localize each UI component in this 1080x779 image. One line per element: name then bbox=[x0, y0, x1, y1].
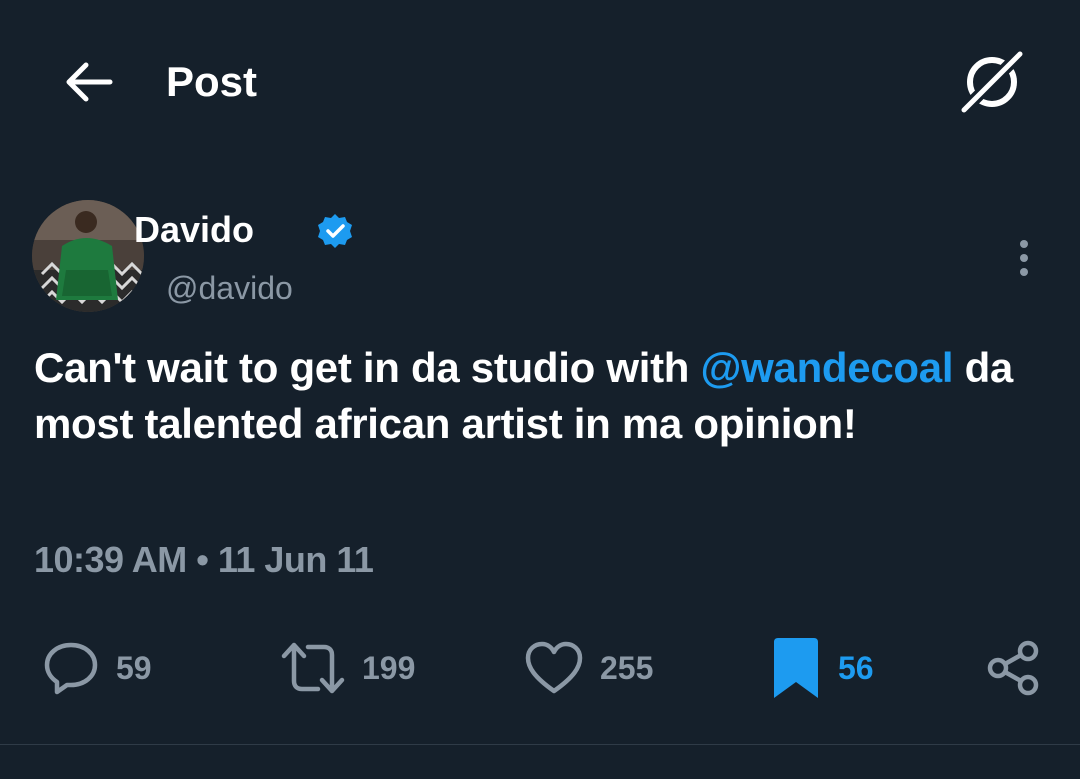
repost-button[interactable]: 199 bbox=[280, 630, 415, 706]
back-button[interactable] bbox=[60, 52, 120, 112]
share-icon bbox=[987, 640, 1039, 696]
author-handle[interactable]: @davido bbox=[166, 266, 293, 310]
reply-button[interactable]: 59 bbox=[42, 630, 152, 706]
avatar[interactable] bbox=[32, 200, 144, 312]
action-bar: 59 199 255 56 bbox=[0, 630, 1080, 710]
reply-count: 59 bbox=[116, 649, 152, 686]
share-button[interactable] bbox=[984, 630, 1044, 706]
repost-icon bbox=[281, 642, 345, 694]
avatar-image bbox=[32, 200, 144, 312]
more-vertical-icon bbox=[1020, 240, 1028, 276]
tweet-timestamp[interactable]: 10:39 AM • 11 Jun 11 bbox=[34, 538, 374, 582]
like-count: 255 bbox=[600, 649, 654, 686]
reply-icon bbox=[44, 642, 98, 695]
verified-badge-icon bbox=[316, 212, 354, 250]
mention-link[interactable]: @wandecoal bbox=[701, 344, 954, 391]
tweet-text-part: Can't wait to get in da studio with bbox=[34, 344, 701, 391]
like-button[interactable]: 255 bbox=[524, 630, 653, 706]
bookmark-count: 56 bbox=[838, 649, 874, 686]
bookmark-button[interactable]: 56 bbox=[770, 630, 874, 706]
grok-button[interactable] bbox=[956, 46, 1028, 118]
arrow-left-icon bbox=[66, 62, 113, 102]
tweet-text: Can't wait to get in da studio with @wan… bbox=[34, 340, 1064, 452]
grok-icon bbox=[959, 49, 1025, 115]
bookmark-filled-icon bbox=[774, 638, 818, 698]
author-display-name[interactable]: Davido bbox=[134, 208, 254, 252]
top-bar: Post bbox=[0, 0, 1080, 165]
repost-count: 199 bbox=[362, 649, 416, 686]
divider bbox=[0, 744, 1080, 745]
page-title: Post bbox=[166, 58, 258, 105]
heart-icon bbox=[525, 641, 583, 694]
more-options-button[interactable] bbox=[1004, 236, 1044, 280]
